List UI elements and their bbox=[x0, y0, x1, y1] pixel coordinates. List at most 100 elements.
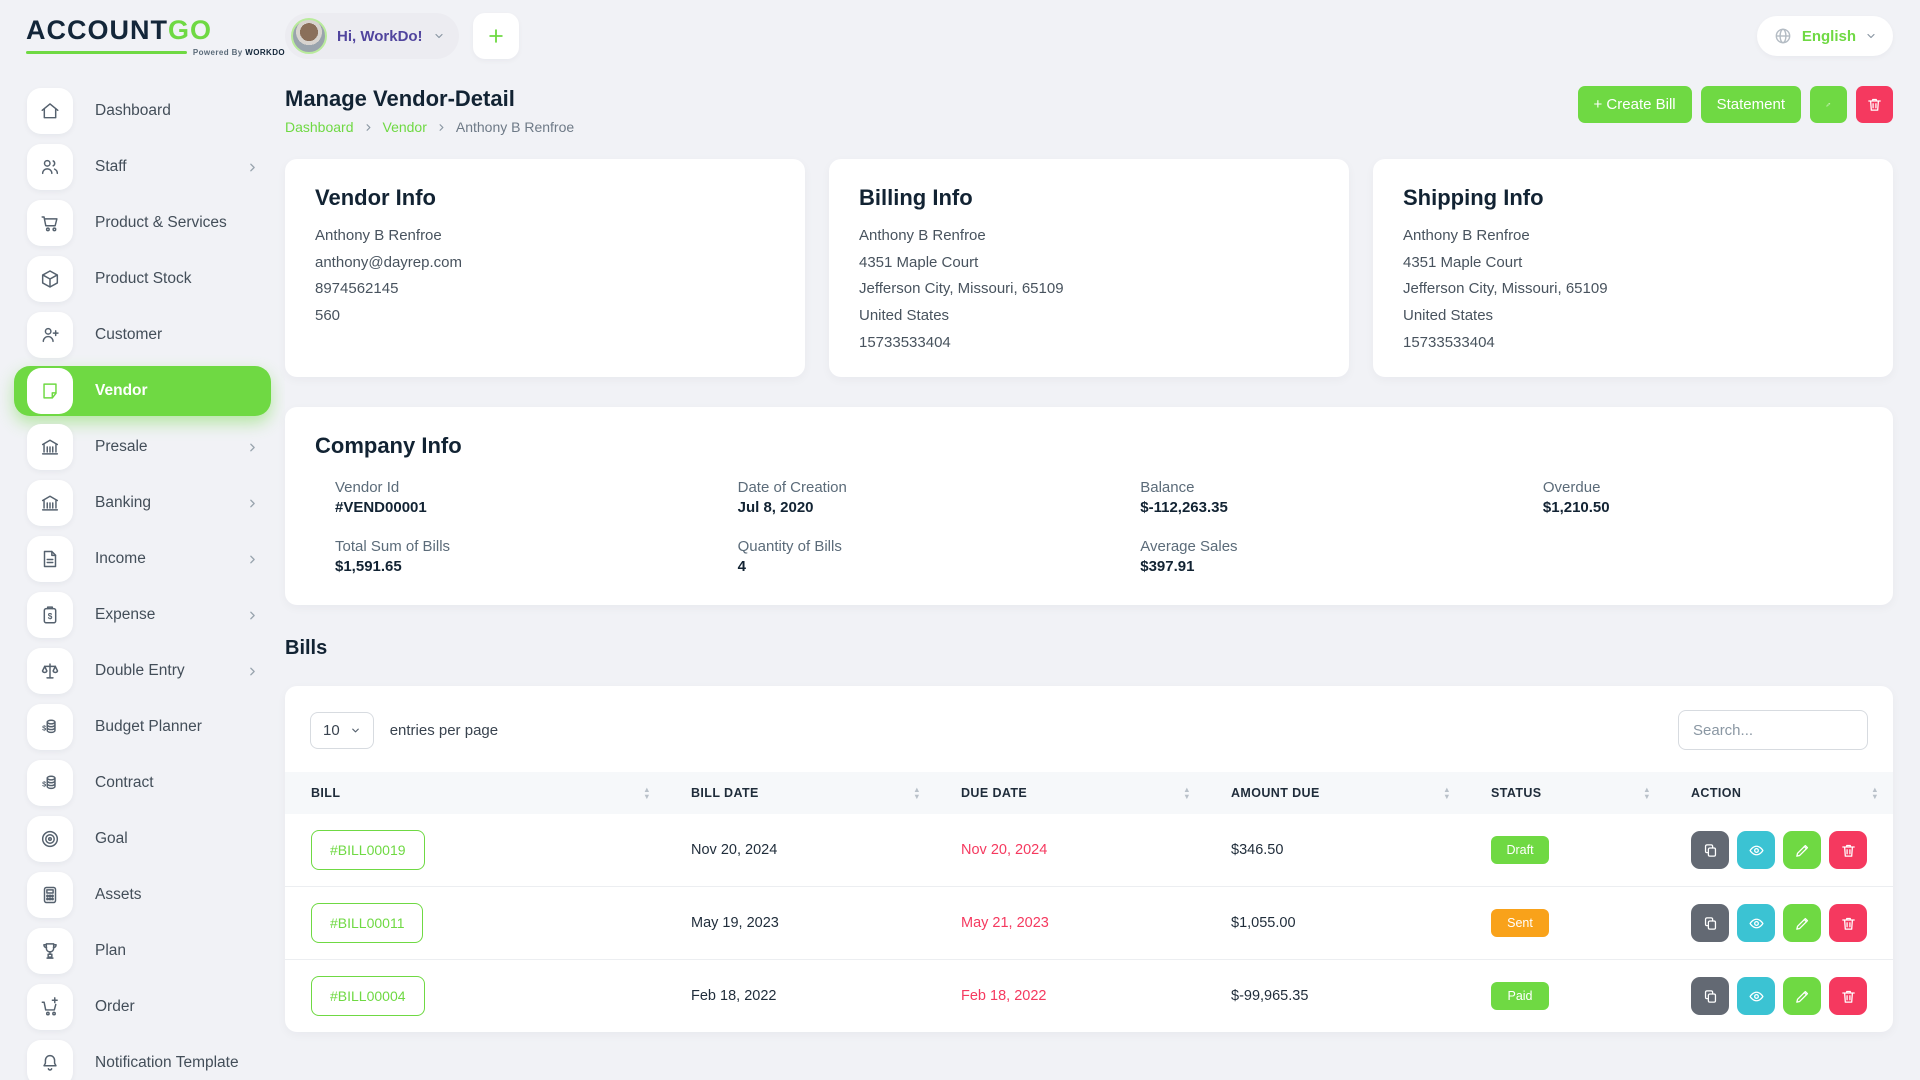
breadcrumb-current: Anthony B Renfroe bbox=[455, 119, 575, 135]
due-date: May 21, 2023 bbox=[961, 915, 1049, 931]
sort-icon[interactable]: ▲ ▼ bbox=[1443, 786, 1451, 801]
amount-due: $346.50 bbox=[1231, 842, 1284, 858]
duplicate-bill-button[interactable] bbox=[1691, 977, 1729, 1015]
bill-number-link[interactable]: #BILL00011 bbox=[311, 903, 424, 943]
chevron-down-icon bbox=[351, 728, 359, 732]
delete-bill-button[interactable] bbox=[1829, 831, 1867, 869]
pencil-icon bbox=[1795, 844, 1808, 857]
create-bill-button[interactable]: + Create Bill bbox=[1577, 86, 1692, 123]
sidebar-item-double-entry[interactable]: Double Entry bbox=[14, 646, 271, 696]
bill-number-link[interactable]: #BILL00019 bbox=[311, 830, 425, 870]
sidebar-item-product-services[interactable]: Product & Services bbox=[14, 198, 271, 248]
column-header-status[interactable]: STATUS ▲ ▼ bbox=[1465, 772, 1665, 814]
sort-icon[interactable]: ▲ ▼ bbox=[1643, 786, 1651, 801]
coins-icon: $ bbox=[42, 719, 56, 734]
view-bill-button[interactable] bbox=[1737, 831, 1775, 869]
sidebar-item-label: Notification Template bbox=[95, 1054, 239, 1071]
statement-button[interactable]: Statement bbox=[1700, 86, 1801, 123]
sidebar-item-budget-planner[interactable]: $ Budget Planner bbox=[14, 702, 271, 752]
chevron-right-icon bbox=[250, 611, 255, 619]
user-greeting: Hi, WorkDo! bbox=[337, 27, 423, 45]
sidebar-item-income[interactable]: Income bbox=[14, 534, 271, 584]
language-select[interactable]: English bbox=[1756, 16, 1893, 56]
bill-number-link[interactable]: #BILL00004 bbox=[311, 976, 425, 1016]
user-menu[interactable]: Hi, WorkDo! bbox=[285, 13, 459, 59]
page-size-select[interactable]: 10 bbox=[310, 711, 374, 749]
svg-text:$: $ bbox=[42, 779, 46, 788]
field-date-of-creation: Date of Creation Jul 8, 2020 bbox=[737, 479, 847, 516]
company-info-grid: Vendor Id #VEND00001 Date of Creation Ju… bbox=[315, 459, 1863, 575]
column-header-action[interactable]: ACTION ▲ ▼ bbox=[1665, 772, 1893, 814]
eye-icon bbox=[1748, 991, 1764, 1001]
logo-underline bbox=[26, 51, 187, 54]
vendor-info-title: Vendor Info bbox=[315, 185, 436, 210]
column-header-bill-date[interactable]: BILL DATE ▲ ▼ bbox=[665, 772, 935, 814]
bell-icon bbox=[43, 1054, 57, 1071]
sidebar-item-staff[interactable]: Staff bbox=[14, 142, 271, 192]
sidebar-item-dashboard[interactable]: Dashboard bbox=[14, 86, 271, 136]
edit-bill-button[interactable] bbox=[1783, 904, 1821, 942]
chevron-right-icon bbox=[250, 667, 255, 675]
view-bill-button[interactable] bbox=[1737, 904, 1775, 942]
search-input[interactable] bbox=[1678, 710, 1868, 750]
shipping-info-title: Shipping Info bbox=[1403, 185, 1544, 210]
delete-vendor-button[interactable] bbox=[1856, 86, 1893, 123]
column-header-amount-due[interactable]: AMOUNT DUE ▲ ▼ bbox=[1205, 772, 1465, 814]
sort-icon[interactable]: ▲ ▼ bbox=[1871, 786, 1879, 801]
field-vendor-id: Vendor Id #VEND00001 bbox=[335, 479, 427, 516]
sort-icon[interactable]: ▲ ▼ bbox=[643, 786, 651, 801]
sort-icon[interactable]: ▲ ▼ bbox=[913, 786, 921, 801]
quick-add-button[interactable] bbox=[472, 13, 519, 59]
breadcrumb-dashboard-link[interactable]: Dashboard bbox=[285, 119, 354, 135]
delete-bill-button[interactable] bbox=[1829, 904, 1867, 942]
edit-vendor-button[interactable] bbox=[1810, 86, 1847, 123]
user-avatar bbox=[291, 18, 327, 54]
sidebar-item-vendor[interactable]: Vendor bbox=[14, 366, 271, 416]
sidebar-item-label: Budget Planner bbox=[95, 718, 202, 735]
billing-info-card: Billing Info Anthony B Renfroe 4351 Mapl… bbox=[829, 159, 1349, 377]
logo-text: ACCOUNTGO bbox=[26, 15, 213, 45]
entries-per-page-label: entries per page bbox=[389, 721, 499, 739]
due-date: Feb 18, 2022 bbox=[961, 988, 1047, 1004]
sidebar-item-plan[interactable]: Plan bbox=[14, 926, 271, 976]
trash-icon bbox=[1841, 844, 1855, 857]
edit-bill-button[interactable] bbox=[1783, 977, 1821, 1015]
sidebar-item-assets[interactable]: Assets bbox=[14, 870, 271, 920]
sidebar-item-notification-template[interactable]: Notification Template bbox=[14, 1038, 271, 1080]
logo-powered-by: Powered By WORKDO bbox=[192, 48, 285, 57]
sidebar-item-expense[interactable]: $ Expense bbox=[14, 590, 271, 640]
sort-icon[interactable]: ▲ ▼ bbox=[1183, 786, 1191, 801]
chevron-right-icon bbox=[250, 163, 255, 171]
breadcrumb-vendor-link[interactable]: Vendor bbox=[383, 119, 427, 135]
sidebar-item-product-stock[interactable]: Product Stock bbox=[14, 254, 271, 304]
duplicate-bill-button[interactable] bbox=[1691, 831, 1729, 869]
app-logo[interactable]: ACCOUNTGO Powered By WORKDO bbox=[0, 15, 285, 57]
delete-bill-button[interactable] bbox=[1829, 977, 1867, 1015]
sidebar-item-presale[interactable]: Presale bbox=[14, 422, 271, 472]
bank-icon bbox=[41, 495, 59, 511]
field-average-sales: Average Sales $397.91 bbox=[1140, 538, 1238, 575]
bill-date: Nov 20, 2024 bbox=[691, 842, 778, 858]
sidebar-item-contract[interactable]: $ Contract bbox=[14, 758, 271, 808]
column-header-bill[interactable]: BILL ▲ ▼ bbox=[285, 772, 665, 814]
sidebar-item-order[interactable]: Order bbox=[14, 982, 271, 1032]
view-bill-button[interactable] bbox=[1737, 977, 1775, 1015]
status-badge: Sent bbox=[1491, 909, 1549, 937]
trash-icon bbox=[1868, 98, 1881, 111]
sidebar-item-banking[interactable]: Banking bbox=[14, 478, 271, 528]
field-quantity-of-bills: Quantity of Bills 4 bbox=[737, 538, 842, 575]
sidebar-item-customer[interactable]: Customer bbox=[14, 310, 271, 360]
sidebar-item-goal[interactable]: Goal bbox=[14, 814, 271, 864]
column-header-due-date[interactable]: DUE DATE ▲ ▼ bbox=[935, 772, 1205, 814]
edit-bill-button[interactable] bbox=[1783, 831, 1821, 869]
duplicate-bill-button[interactable] bbox=[1691, 904, 1729, 942]
billing-info-lines: Anthony B Renfroe 4351 Maple Court Jeffe… bbox=[859, 227, 1064, 351]
shipping-info-card: Shipping Info Anthony B Renfroe 4351 Map… bbox=[1373, 159, 1893, 377]
bills-card: 10 entries per page BILL▲▼ BILL DATE▲▼ D… bbox=[285, 686, 1893, 1032]
cart-icon bbox=[41, 216, 58, 232]
plus-icon bbox=[488, 29, 503, 43]
sidebar-item-label: Product Stock bbox=[95, 270, 192, 287]
bill-table-row: #BILL00004 Feb 18, 2022 Feb 18, 2022 $-9… bbox=[285, 959, 1893, 1032]
cube-icon bbox=[41, 270, 59, 288]
status-badge: Paid bbox=[1491, 982, 1549, 1010]
